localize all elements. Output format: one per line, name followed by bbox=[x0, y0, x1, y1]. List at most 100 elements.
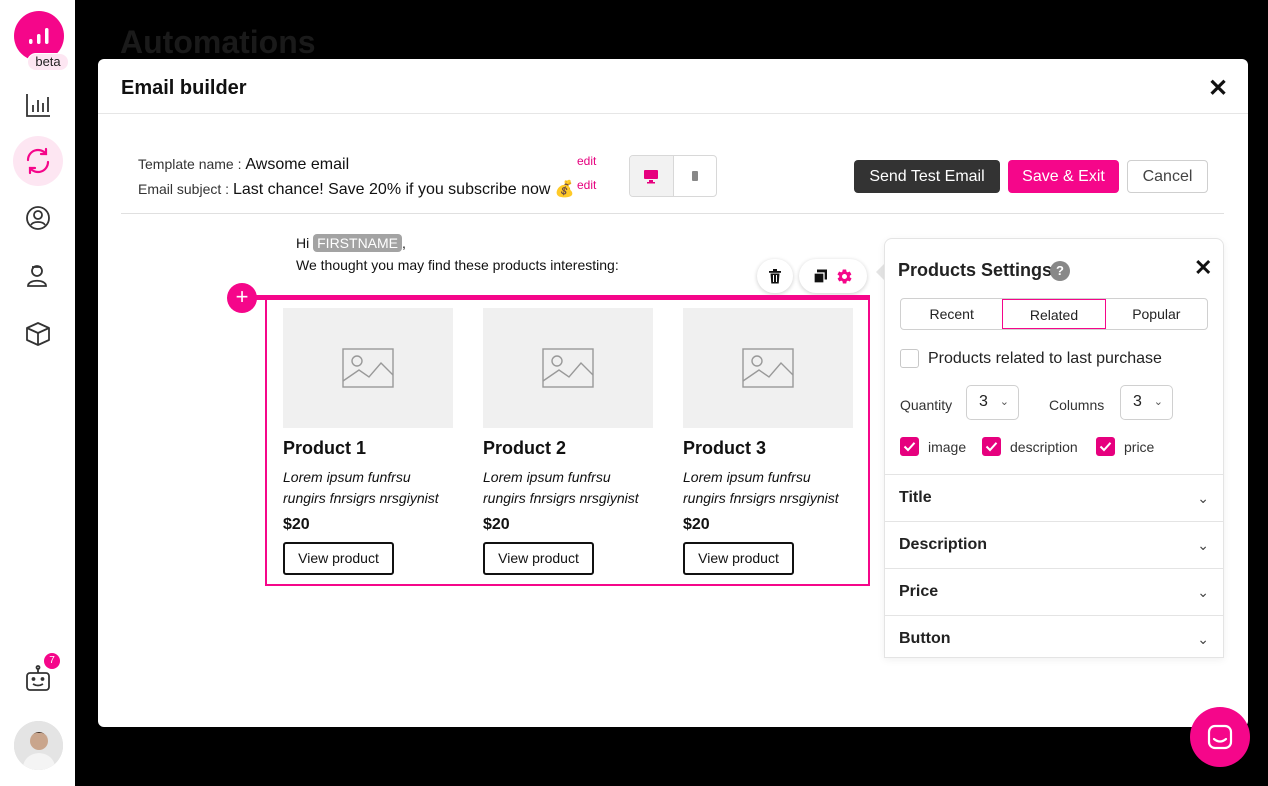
email-builder-modal: Email builder ✕ Template name : Awsome e… bbox=[98, 59, 1248, 727]
price-option-label: price bbox=[1124, 438, 1155, 455]
product-card[interactable]: Product 2 Lorem ipsum funfrsu rungirs fn… bbox=[483, 308, 653, 575]
greeting-prefix: Hi bbox=[296, 235, 310, 251]
sidebar-item-audience[interactable] bbox=[13, 193, 63, 243]
background-page-title: Automations bbox=[120, 24, 316, 60]
bar-chart-logo-icon bbox=[29, 28, 49, 44]
mobile-preview-button[interactable] bbox=[674, 156, 717, 196]
view-product-button[interactable]: View product bbox=[483, 542, 594, 575]
chat-launcher-button[interactable] bbox=[1190, 707, 1250, 767]
chat-icon bbox=[1207, 724, 1233, 750]
accordion-description[interactable]: Description ⌄ bbox=[885, 521, 1223, 568]
products-settings-panel: Products Settings ? ✕ Recent Related Pop… bbox=[884, 238, 1224, 658]
option-description: description bbox=[982, 437, 1078, 456]
product-image-placeholder bbox=[683, 308, 853, 428]
products-icon bbox=[26, 322, 50, 346]
image-placeholder-icon bbox=[542, 348, 594, 388]
chevron-down-icon: ⌄ bbox=[999, 396, 1009, 408]
user-photo-icon bbox=[14, 721, 63, 770]
settings-gear-icon[interactable] bbox=[836, 268, 853, 285]
analytics-icon bbox=[26, 94, 50, 117]
image-option-label: image bbox=[928, 438, 967, 455]
divider bbox=[98, 113, 1248, 114]
description-checkbox[interactable] bbox=[982, 437, 1001, 456]
email-subject-row: Email subject : Last chance! Save 20% if… bbox=[138, 179, 575, 199]
product-description: Lorem ipsum funfrsu rungirs fnrsigrs nrs… bbox=[483, 469, 639, 506]
product-source-tabs: Recent Related Popular bbox=[900, 298, 1208, 330]
checkmark-icon bbox=[985, 442, 998, 452]
greeting-suffix: , bbox=[402, 235, 406, 251]
product-price: $20 bbox=[283, 516, 310, 533]
sidebar-item-analytics[interactable] bbox=[13, 80, 63, 130]
panel-title: Products Settings bbox=[898, 260, 1053, 280]
email-intro-text[interactable]: We thought you may find these products i… bbox=[296, 257, 619, 273]
related-last-purchase-option: Products related to last purchase bbox=[900, 349, 1162, 368]
email-greeting: Hi FIRSTNAME, bbox=[296, 234, 406, 252]
firstname-merge-tag[interactable]: FIRSTNAME bbox=[313, 234, 403, 252]
mobile-icon bbox=[691, 171, 698, 181]
image-placeholder-icon bbox=[742, 348, 794, 388]
delete-block-button[interactable] bbox=[757, 259, 793, 293]
accordion-title[interactable]: Title ⌄ bbox=[885, 474, 1223, 521]
quantity-value: 3 bbox=[979, 393, 988, 410]
chevron-down-icon: ⌄ bbox=[1197, 584, 1209, 600]
user-avatar[interactable] bbox=[14, 721, 63, 770]
chevron-down-icon: ⌄ bbox=[1197, 537, 1209, 553]
modal-close-icon[interactable]: ✕ bbox=[1208, 77, 1228, 101]
sidebar-item-automations[interactable] bbox=[13, 136, 63, 186]
desktop-icon bbox=[644, 170, 659, 184]
view-product-button[interactable]: View product bbox=[283, 542, 394, 575]
accordion-title-label: Title bbox=[899, 489, 932, 506]
quantity-label: Quantity bbox=[900, 397, 953, 413]
columns-select[interactable]: 3 ⌄ bbox=[1120, 385, 1173, 420]
save-exit-button[interactable]: Save & Exit bbox=[1008, 160, 1119, 193]
option-price: price bbox=[1096, 437, 1154, 456]
panel-pointer bbox=[876, 264, 884, 280]
trash-icon bbox=[769, 268, 781, 283]
product-card[interactable]: Product 1 Lorem ipsum funfrsu rungirs fn… bbox=[283, 308, 453, 575]
desktop-preview-button[interactable] bbox=[630, 156, 674, 196]
accordion-price-label: Price bbox=[899, 583, 939, 600]
checkmark-icon bbox=[903, 442, 916, 452]
email-subject-value: Last chance! Save 20% if you subscribe n… bbox=[232, 181, 575, 198]
chevron-down-icon: ⌄ bbox=[1197, 490, 1209, 506]
product-image-placeholder bbox=[483, 308, 653, 428]
tab-recent[interactable]: Recent bbox=[901, 299, 1002, 329]
option-image: image bbox=[900, 437, 966, 456]
product-title: Product 1 bbox=[283, 438, 367, 458]
tab-related[interactable]: Related bbox=[1002, 299, 1106, 329]
quantity-select[interactable]: 3 ⌄ bbox=[966, 385, 1019, 420]
product-title: Product 3 bbox=[683, 438, 767, 458]
description-option-label: description bbox=[1010, 438, 1078, 455]
accordion-description-label: Description bbox=[899, 536, 988, 553]
add-block-button[interactable]: + bbox=[227, 283, 257, 313]
chevron-down-icon: ⌄ bbox=[1153, 396, 1163, 408]
tab-popular[interactable]: Popular bbox=[1106, 299, 1207, 329]
duplicate-icon[interactable] bbox=[813, 269, 828, 284]
related-last-purchase-label: Products related to last purchase bbox=[928, 349, 1162, 367]
related-last-purchase-checkbox[interactable] bbox=[900, 349, 919, 368]
checkmark-icon bbox=[1099, 442, 1112, 452]
image-placeholder-icon bbox=[342, 348, 394, 388]
help-icon[interactable]: ? bbox=[1050, 261, 1070, 281]
product-price: $20 bbox=[683, 516, 710, 533]
image-checkbox[interactable] bbox=[900, 437, 919, 456]
accordion-button[interactable]: Button ⌄ bbox=[885, 615, 1223, 662]
sidebar: beta 7 bbox=[0, 0, 75, 786]
price-checkbox[interactable] bbox=[1096, 437, 1115, 456]
edit-email-subject-link[interactable]: edit bbox=[577, 178, 596, 192]
view-product-button[interactable]: View product bbox=[683, 542, 794, 575]
edit-template-name-link[interactable]: edit bbox=[577, 154, 596, 168]
accordion-price[interactable]: Price ⌄ bbox=[885, 568, 1223, 615]
product-card[interactable]: Product 3 Lorem ipsum funfrsu rungirs fn… bbox=[683, 308, 853, 575]
panel-close-icon[interactable]: ✕ bbox=[1194, 257, 1212, 279]
sidebar-item-contacts[interactable] bbox=[13, 250, 63, 300]
product-image-placeholder bbox=[283, 308, 453, 428]
send-test-email-button[interactable]: Send Test Email bbox=[854, 160, 1000, 193]
product-title: Product 2 bbox=[483, 438, 567, 458]
template-name-row: Template name : Awsome email bbox=[138, 156, 349, 174]
automations-icon bbox=[26, 147, 50, 175]
sidebar-item-products[interactable] bbox=[13, 309, 63, 359]
columns-label: Columns bbox=[1049, 397, 1105, 413]
cancel-button[interactable]: Cancel bbox=[1127, 160, 1208, 193]
modal-title: Email builder bbox=[121, 77, 247, 99]
